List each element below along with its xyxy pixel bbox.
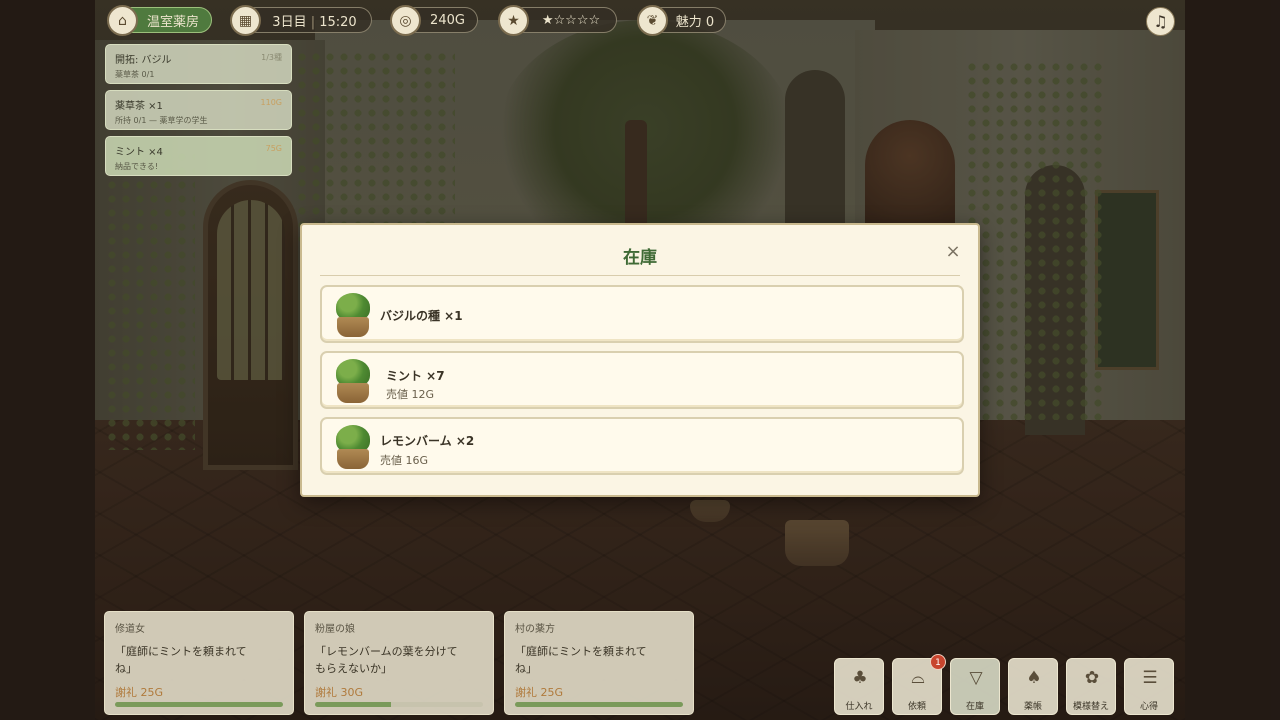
lemon-balm-plant-icon — [331, 425, 373, 469]
clock-label: 15:20 — [319, 14, 357, 30]
recipe-book-button[interactable]: ♠ 薬帳 — [1008, 658, 1058, 715]
quest-reward: 110G — [260, 98, 282, 107]
requests-button[interactable]: ⌓ 依頼 1 — [892, 654, 946, 715]
title-divider — [320, 275, 960, 276]
day-label: 3日目 — [272, 14, 307, 30]
inventory-icon: ▽ — [969, 668, 983, 688]
notification-badge: 1 — [930, 654, 946, 670]
potted-plant-icon: ✿ — [1084, 668, 1100, 688]
date-time: 3日目 | 15:20 — [272, 14, 357, 30]
guide-icon: ☰ — [1142, 668, 1158, 688]
purchase-button[interactable]: ♣ 仕入れ — [834, 658, 884, 715]
action-label: 依頼 — [907, 702, 926, 712]
quest-progress: 1/3種 — [261, 53, 282, 62]
quest-detail: 薬草茶 0/1 — [115, 70, 155, 79]
guide-button[interactable]: ☰ 心得 — [1124, 658, 1174, 715]
basket-icon: ♣ — [852, 668, 868, 688]
request-text: 「庭師にミントを頼まれて ね」 — [115, 643, 283, 677]
quest-detail: 納品できる! — [115, 162, 159, 171]
mint-plant-icon — [331, 359, 373, 403]
quest-title: 薬草茶 ×1 — [115, 101, 163, 112]
rating-chip: ★ ★☆☆☆☆ — [498, 5, 617, 36]
request-card[interactable]: 村の薬方 「庭師にミントを頼まれて ね」 謝礼 25G — [504, 611, 694, 715]
recipe-book-icon: ♠ — [1026, 668, 1042, 688]
request-line: 「庭師にミントを頼まれて — [115, 645, 247, 658]
music-note-icon[interactable]: ♫ — [1146, 7, 1175, 36]
game-screen: ⌂ 温室薬房 ▦ 3日目 | 15:20 ◎ 240G ★ ★☆☆☆☆ ❦ 魅力… — [0, 0, 1280, 720]
request-text: 「レモンバームの葉を分けて もらえないか」 — [315, 643, 483, 677]
request-line: 「庭師にミントを頼まれて — [515, 645, 647, 658]
quest-title: ミント ×4 — [115, 147, 163, 158]
request-reward: 謝礼 25G — [515, 686, 564, 699]
decorate-button[interactable]: ✿ 模様替え — [1066, 658, 1116, 715]
close-icon[interactable]: × — [942, 241, 964, 263]
quest-card[interactable]: 開拓: バジル 薬草茶 0/1 1/3種 — [105, 44, 292, 84]
action-label: 仕入れ — [845, 702, 873, 712]
request-line: ね」 — [115, 662, 137, 675]
shop-basket-icon: ⌂ — [107, 5, 138, 36]
charm-value: 魅力 0 — [675, 14, 715, 30]
request-reward: 謝礼 25G — [115, 686, 164, 699]
item-sell-price: 売値 12G — [386, 388, 435, 401]
coin-icon: ◎ — [390, 5, 421, 36]
gold-amount: 240G — [430, 12, 465, 28]
request-text: 「庭師にミントを頼まれて ね」 — [515, 643, 683, 677]
date-time-chip: ▦ 3日目 | 15:20 — [230, 5, 372, 36]
shop-name: 温室薬房 — [146, 14, 199, 30]
patience-bar — [515, 702, 683, 707]
request-card[interactable]: 修道女 「庭師にミントを頼まれて ね」 謝礼 25G — [104, 611, 294, 715]
dialog-title: 在庫 — [623, 248, 657, 268]
patience-bar — [315, 702, 483, 707]
inventory-dialog: 在庫 × バジルの種 ×1 ミント ×7 売値 12G レモンバーム ×2 売値… — [300, 223, 980, 497]
action-label: 模様替え — [1072, 702, 1109, 712]
quest-card[interactable]: ミント ×4 納品できる! 75G — [105, 136, 292, 176]
request-card[interactable]: 粉屋の娘 「レモンバームの葉を分けて もらえないか」 謝礼 30G — [304, 611, 494, 715]
basil-plant-icon — [331, 293, 373, 337]
request-line: ね」 — [515, 662, 537, 675]
request-basket-icon: ⌓ — [911, 668, 925, 688]
customer-name: 村の薬方 — [515, 624, 555, 635]
inventory-item[interactable]: レモンバーム ×2 売値 16G — [320, 417, 964, 475]
patience-bar — [115, 702, 283, 707]
item-sell-price: 売値 16G — [380, 454, 429, 467]
request-line: 「レモンバームの葉を分けて — [315, 645, 458, 658]
request-line: もらえないか」 — [315, 662, 392, 675]
patience-fill — [115, 702, 283, 707]
star-icon: ★ — [498, 5, 529, 36]
leaf-icon: ❦ — [637, 5, 668, 36]
charm-chip: ❦ 魅力 0 — [637, 5, 726, 36]
customer-name: 粉屋の娘 — [315, 624, 355, 635]
item-name: レモンバーム ×2 — [380, 434, 475, 448]
request-reward: 謝礼 30G — [315, 686, 364, 699]
quest-reward: 75G — [265, 144, 282, 153]
customer-name: 修道女 — [115, 624, 145, 635]
quest-card[interactable]: 薬草茶 ×1 所持 0/1 — 薬草学の学生 110G — [105, 90, 292, 130]
item-name: ミント ×7 — [386, 369, 445, 383]
shop-name-chip[interactable]: ⌂ 温室薬房 — [107, 5, 212, 36]
gold-chip: ◎ 240G — [390, 5, 478, 36]
inventory-button[interactable]: ▽ 在庫 — [950, 658, 1000, 715]
quest-detail: 所持 0/1 — 薬草学の学生 — [115, 116, 208, 125]
action-label: 薬帳 — [1023, 702, 1042, 712]
action-label: 在庫 — [965, 702, 984, 712]
patience-fill — [515, 702, 683, 707]
item-name: バジルの種 ×1 — [380, 309, 463, 323]
shop-rating: ★☆☆☆☆ — [541, 12, 601, 28]
action-label: 心得 — [1139, 702, 1158, 712]
quest-title: 開拓: バジル — [115, 55, 172, 66]
patience-fill — [315, 702, 391, 707]
inventory-item[interactable]: ミント ×7 売値 12G — [320, 351, 964, 409]
inventory-item[interactable]: バジルの種 ×1 — [320, 285, 964, 343]
calendar-icon: ▦ — [230, 5, 261, 36]
